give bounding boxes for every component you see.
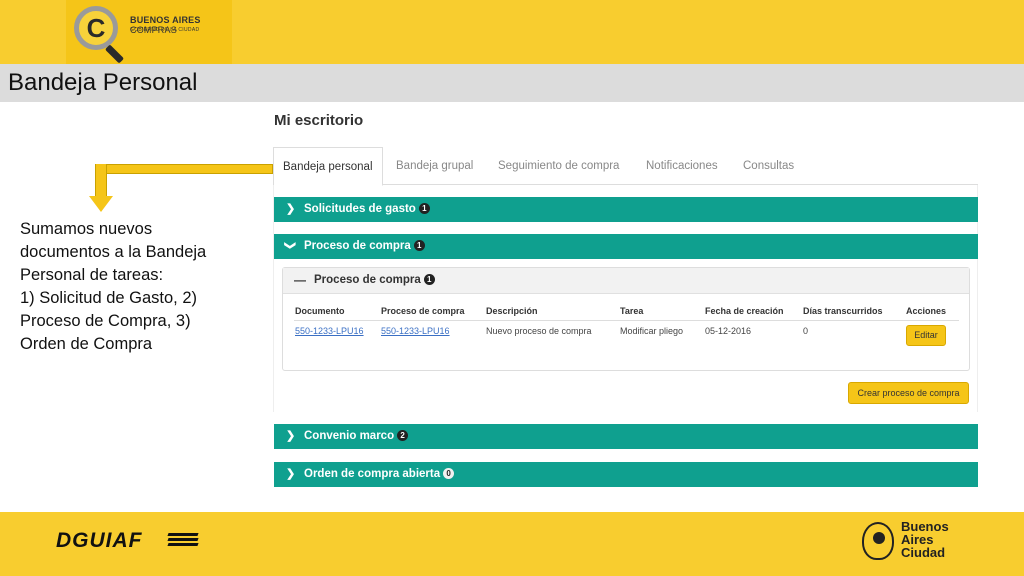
editar-button[interactable]: Editar: [906, 325, 946, 346]
accordion-solicitudes-gasto[interactable]: ❯ Solicitudes de gasto 1: [274, 197, 978, 222]
col-header-proceso: Proceso de compra: [381, 306, 465, 316]
col-header-tarea: Tarea: [620, 306, 644, 316]
arrow-vertical: [95, 164, 107, 198]
brand-line-3: Ciudad: [901, 545, 946, 560]
accordion-convenio-marco[interactable]: ❯ Convenio marco 2: [274, 424, 978, 449]
logo-name-strong: BUENOS AIRES: [130, 15, 201, 25]
buenos-aires-ciudad-logo: Buenos Aires Ciudad: [901, 520, 949, 559]
col-header-documento: Documento: [295, 306, 345, 316]
tab-consultas[interactable]: Consultas: [743, 147, 794, 185]
accordion-label: Solicitudes de gasto: [304, 203, 416, 215]
section-title: Mi escritorio: [274, 112, 364, 129]
col-header-dias: Días transcurridos: [803, 306, 883, 316]
page-title: Bandeja Personal: [8, 69, 198, 96]
col-header-fecha: Fecha de creación: [705, 306, 784, 316]
col-header-descripcion: Descripción: [486, 306, 538, 316]
count-badge: 2: [397, 430, 409, 441]
accordion-orden-compra-abierta[interactable]: ❯ Orden de compra abierta 0: [274, 462, 978, 487]
arrow-horizontal: [95, 164, 273, 174]
accordion-label: Orden de compra abierta: [304, 468, 441, 480]
tab-bandeja-personal[interactable]: Bandeja personal: [273, 147, 383, 186]
ciudad-seal-icon: [862, 522, 894, 560]
tab-seguimiento-compra[interactable]: Seguimiento de compra: [498, 147, 619, 185]
chevron-right-icon: ❯: [286, 468, 296, 480]
crear-proceso-button[interactable]: Crear proceso de compra: [848, 382, 969, 404]
col-header-acciones: Acciones: [906, 306, 947, 316]
collapse-minus-icon: —: [294, 273, 306, 287]
arrow-head-icon: [89, 196, 113, 212]
descripcion-cell: Nuevo proceso de compra: [486, 326, 592, 336]
accordion-proceso-compra[interactable]: ❯ Proceso de compra 1: [274, 234, 978, 259]
chevron-down-icon: ❯: [284, 240, 297, 251]
chevron-right-icon: ❯: [286, 203, 296, 215]
slide: C BUENOS AIRES COMPRAS GOBIERNO DE LA CI…: [0, 0, 1024, 576]
tab-bandeja-grupal[interactable]: Bandeja grupal: [396, 147, 473, 185]
sun-icon: [873, 532, 885, 544]
proceso-compra-panel: — Proceso de compra 1: [282, 267, 970, 371]
dguiaf-lines-icon: [167, 533, 199, 549]
tab-bar: Bandeja personal Bandeja grupal Seguimie…: [273, 147, 978, 186]
annotation-text: Sumamos nuevos documentos a la Bandeja P…: [20, 220, 207, 353]
table-header-divider: [294, 320, 959, 321]
magnifier-handle: [104, 44, 125, 64]
count-badge: 0: [443, 468, 455, 479]
title-bar: Bandeja Personal: [0, 64, 1024, 102]
top-bar: C BUENOS AIRES COMPRAS GOBIERNO DE LA CI…: [0, 0, 1024, 64]
fecha-cell: 05-12-2016: [705, 326, 752, 336]
panel-header[interactable]: — Proceso de compra 1: [283, 268, 969, 294]
dias-cell: 0: [803, 326, 809, 336]
tarea-cell: Modificar pliego: [620, 326, 684, 336]
count-badge: 1: [423, 274, 435, 285]
panel-title: Proceso de compra: [314, 274, 421, 286]
logo-subtitle: GOBIERNO DE LA CIUDAD: [130, 27, 200, 33]
count-badge: 1: [413, 240, 425, 251]
magnifier-icon: C: [74, 6, 118, 50]
accordion-label: Proceso de compra: [304, 240, 411, 252]
chevron-right-icon: ❯: [286, 430, 296, 442]
proceso-link[interactable]: 550-1233-LPU16: [381, 326, 450, 336]
tab-notificaciones[interactable]: Notificaciones: [646, 147, 718, 185]
buenos-aires-compras-logo: C BUENOS AIRES COMPRAS GOBIERNO DE LA CI…: [66, 0, 232, 64]
accordion-label: Convenio marco: [304, 430, 395, 442]
documento-link[interactable]: 550-1233-LPU16: [295, 326, 364, 336]
count-badge: 1: [418, 203, 430, 214]
dguiaf-logo: DGUIAF: [56, 529, 143, 552]
logo-letter: C: [86, 13, 106, 43]
